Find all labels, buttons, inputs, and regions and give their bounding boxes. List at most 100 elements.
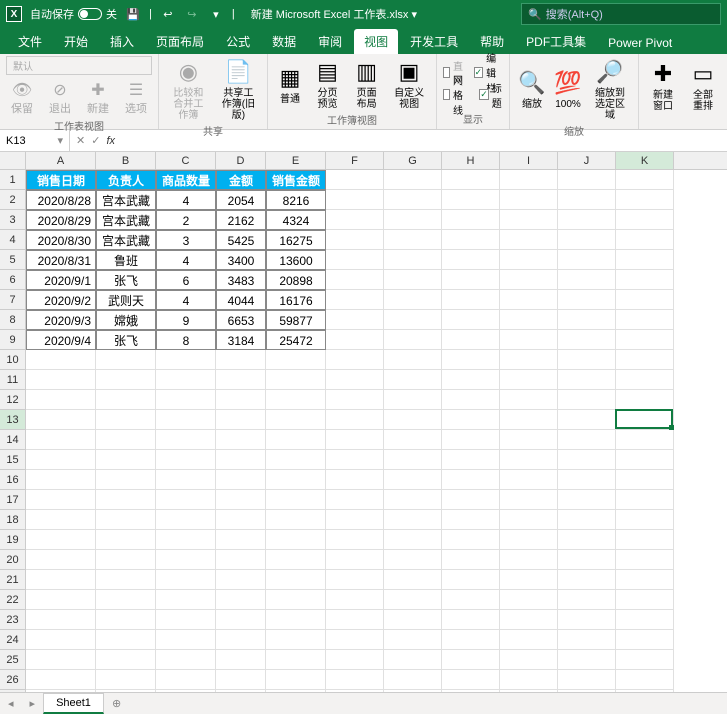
cell[interactable]: [616, 430, 674, 450]
cell[interactable]: [500, 230, 558, 250]
cell[interactable]: 3184: [216, 330, 266, 350]
cell[interactable]: [156, 630, 216, 650]
cell[interactable]: [326, 670, 384, 690]
row-header-6[interactable]: 6: [0, 270, 26, 290]
cell[interactable]: [384, 610, 442, 630]
cell[interactable]: [326, 250, 384, 270]
cell[interactable]: [384, 530, 442, 550]
cell[interactable]: [26, 390, 96, 410]
row-header-15[interactable]: 15: [0, 450, 26, 470]
cell[interactable]: 3: [156, 230, 216, 250]
cell[interactable]: [326, 470, 384, 490]
cell[interactable]: [558, 450, 616, 470]
cell[interactable]: [266, 470, 326, 490]
search-box[interactable]: 🔍 搜索(Alt+Q): [521, 3, 721, 25]
cell[interactable]: [558, 410, 616, 430]
cell[interactable]: [96, 390, 156, 410]
cell[interactable]: [442, 670, 500, 690]
cell[interactable]: [384, 570, 442, 590]
cell[interactable]: [442, 290, 500, 310]
cell[interactable]: 2020/8/30: [26, 230, 96, 250]
cell[interactable]: 2: [156, 210, 216, 230]
cell[interactable]: [266, 450, 326, 470]
row-header-4[interactable]: 4: [0, 230, 26, 250]
cell[interactable]: [384, 450, 442, 470]
cell[interactable]: [558, 630, 616, 650]
row-header-1[interactable]: 1: [0, 170, 26, 190]
zoom-button[interactable]: 🔍缩放: [516, 67, 548, 112]
cell[interactable]: [558, 370, 616, 390]
cell[interactable]: [500, 190, 558, 210]
cell[interactable]: [26, 510, 96, 530]
cell[interactable]: [156, 650, 216, 670]
row-header-27[interactable]: 27: [0, 690, 26, 692]
cell[interactable]: [500, 490, 558, 510]
cell[interactable]: [266, 610, 326, 630]
cell[interactable]: [266, 650, 326, 670]
cell[interactable]: [326, 630, 384, 650]
cell[interactable]: [500, 690, 558, 692]
cell[interactable]: 2020/8/31: [26, 250, 96, 270]
row-header-8[interactable]: 8: [0, 310, 26, 330]
cell[interactable]: [500, 610, 558, 630]
cell[interactable]: 25472: [266, 330, 326, 350]
cell[interactable]: [326, 570, 384, 590]
row-header-16[interactable]: 16: [0, 470, 26, 490]
cell[interactable]: [326, 170, 384, 190]
cell[interactable]: [26, 350, 96, 370]
cell[interactable]: [156, 510, 216, 530]
cell[interactable]: [616, 330, 674, 350]
col-header-A[interactable]: A: [26, 152, 96, 169]
cell[interactable]: [326, 610, 384, 630]
cell[interactable]: [96, 650, 156, 670]
tab-插入[interactable]: 插入: [100, 29, 144, 54]
cell[interactable]: [326, 450, 384, 470]
col-header-C[interactable]: C: [156, 152, 216, 169]
cell[interactable]: [442, 410, 500, 430]
row-header-18[interactable]: 18: [0, 510, 26, 530]
cell[interactable]: [500, 650, 558, 670]
cell[interactable]: [266, 530, 326, 550]
cell[interactable]: [326, 270, 384, 290]
cell[interactable]: [384, 310, 442, 330]
cell[interactable]: [266, 630, 326, 650]
cell[interactable]: [500, 590, 558, 610]
cell[interactable]: [26, 430, 96, 450]
cell[interactable]: [500, 430, 558, 450]
cell[interactable]: [384, 390, 442, 410]
cell[interactable]: [26, 570, 96, 590]
sheet-nav-prev[interactable]: ◂: [0, 697, 22, 710]
cell[interactable]: [216, 590, 266, 610]
cell[interactable]: [384, 290, 442, 310]
row-header-5[interactable]: 5: [0, 250, 26, 270]
cell[interactable]: 销售日期: [26, 170, 96, 190]
cell[interactable]: [616, 190, 674, 210]
cell[interactable]: 4: [156, 250, 216, 270]
cell[interactable]: [558, 290, 616, 310]
cell[interactable]: [156, 450, 216, 470]
cell[interactable]: [26, 490, 96, 510]
cell[interactable]: [616, 350, 674, 370]
cell[interactable]: [96, 550, 156, 570]
cell[interactable]: 4: [156, 190, 216, 210]
cell[interactable]: [442, 470, 500, 490]
cell[interactable]: [96, 670, 156, 690]
undo-icon[interactable]: ↩: [160, 6, 176, 22]
row-header-2[interactable]: 2: [0, 190, 26, 210]
cell[interactable]: [442, 350, 500, 370]
cell[interactable]: [442, 510, 500, 530]
cell[interactable]: [500, 390, 558, 410]
row-header-3[interactable]: 3: [0, 210, 26, 230]
cell[interactable]: [216, 450, 266, 470]
cell[interactable]: [384, 430, 442, 450]
cell[interactable]: [442, 550, 500, 570]
cell[interactable]: [558, 170, 616, 190]
col-header-F[interactable]: F: [326, 152, 384, 169]
cell[interactable]: 16176: [266, 290, 326, 310]
cell[interactable]: 2020/8/29: [26, 210, 96, 230]
headings-checkbox[interactable]: [479, 89, 489, 100]
cell[interactable]: [558, 230, 616, 250]
cell[interactable]: [558, 550, 616, 570]
cell[interactable]: [500, 210, 558, 230]
cell[interactable]: [384, 550, 442, 570]
